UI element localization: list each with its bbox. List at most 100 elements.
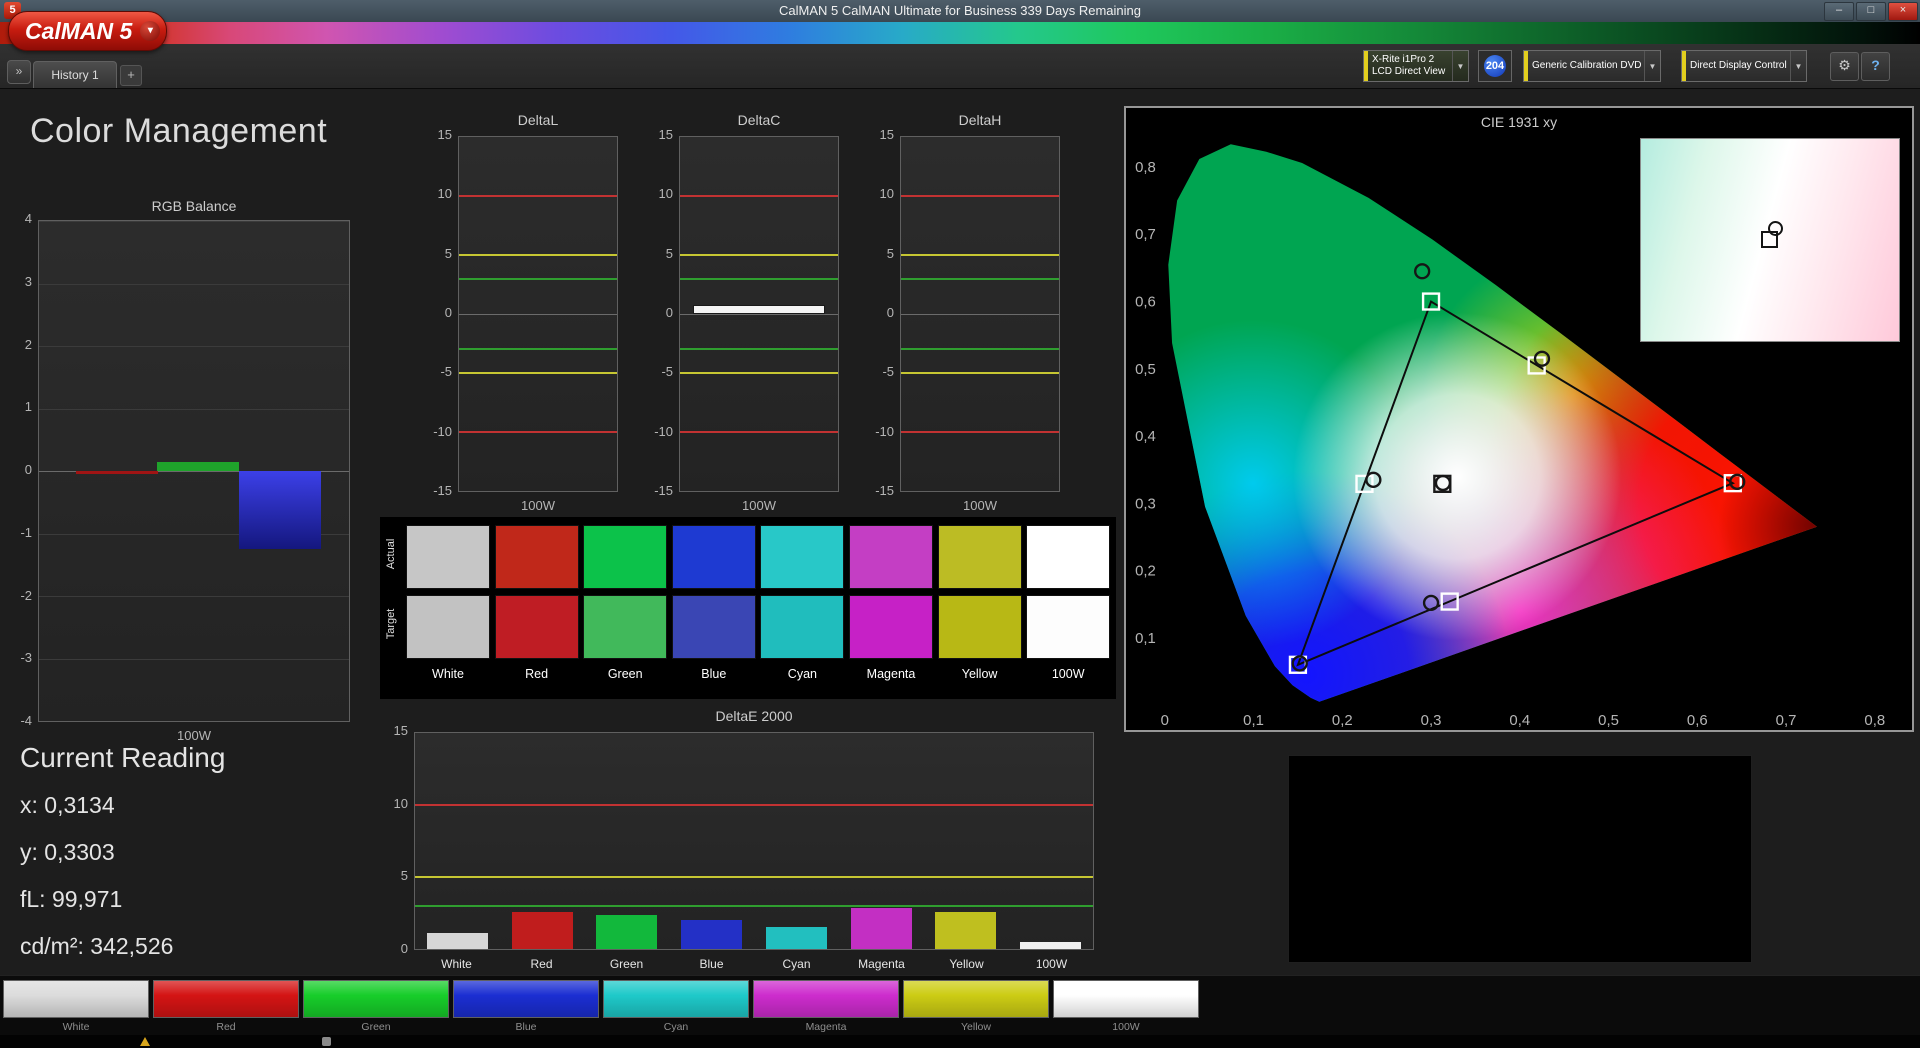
color-checker-panel: ActualTargetWhiteRedGreenBlueCyanMagenta… <box>380 517 1116 699</box>
reference-line <box>415 905 1093 907</box>
pattern-button-label: Blue <box>453 1021 599 1033</box>
calman-logo[interactable]: CalMAN 5 ▾ <box>8 11 167 51</box>
help-button[interactable]: ? <box>1861 52 1890 81</box>
gridline <box>39 346 349 347</box>
settings-button[interactable]: ⚙ <box>1830 52 1859 81</box>
minimize-button[interactable]: – <box>1824 2 1854 21</box>
swatch-actual-cyan <box>760 525 844 589</box>
reference-line <box>415 876 1093 878</box>
category-label: Cyan <box>754 957 839 971</box>
pattern-button-100w[interactable] <box>1053 980 1199 1018</box>
gridline <box>680 314 838 315</box>
help-icon: ? <box>1871 57 1880 73</box>
swatch-actual-white <box>406 525 490 589</box>
reference-line <box>901 195 1059 197</box>
swatch-actual-red <box>495 525 579 589</box>
pattern-button-cyan[interactable] <box>603 980 749 1018</box>
pattern-button-magenta[interactable] <box>753 980 899 1018</box>
pattern-button-label: 100W <box>1053 1021 1199 1033</box>
reading-x: x: 0,3134 <box>20 792 360 819</box>
reference-line <box>901 278 1059 280</box>
gridline <box>39 284 349 285</box>
axis-tick-label: -2 <box>0 588 32 603</box>
category-label: White <box>414 957 499 971</box>
tab-history-1[interactable]: History 1 <box>33 61 117 88</box>
meter-count-value: 204 <box>1484 55 1506 77</box>
pattern-button-green[interactable] <box>303 980 449 1018</box>
category-label: Magenta <box>839 957 924 971</box>
reference-line <box>680 195 838 197</box>
reference-line <box>901 431 1059 433</box>
axis-tick-label: 5 <box>633 246 673 261</box>
logo-menu-arrow-icon[interactable]: ▾ <box>140 21 160 41</box>
cie-x-tick-label: 0,2 <box>1332 713 1353 729</box>
axis-tick-label: 15 <box>412 127 452 142</box>
x-axis-label: 100W <box>38 728 350 743</box>
chevron-down-icon[interactable]: ▼ <box>1644 51 1660 81</box>
swatch-actual-blue <box>672 525 756 589</box>
page-title: Color Management <box>30 112 327 151</box>
add-tab-button[interactable]: + <box>120 65 142 86</box>
reading-fl: fL: 99,971 <box>20 886 360 913</box>
rgb-balance-plot <box>38 220 350 722</box>
swatch-actual-100w <box>1026 525 1110 589</box>
pattern-button-white[interactable] <box>3 980 149 1018</box>
delta-h-chart: DeltaH 100W 151050-5-10-15 <box>872 110 1068 514</box>
gridline <box>39 659 349 660</box>
gridline <box>415 949 1093 950</box>
reference-line <box>680 348 838 350</box>
pattern-button-blue[interactable] <box>453 980 599 1018</box>
swatch-target-magenta <box>849 595 933 659</box>
bar-cyan <box>766 927 827 949</box>
inset-measured-marker <box>1768 221 1783 236</box>
category-label: Yellow <box>924 957 1009 971</box>
cie-y-tick-label: 0,4 <box>1135 429 1156 445</box>
bar-blue <box>681 920 742 949</box>
close-button[interactable]: × <box>1888 2 1918 21</box>
axis-tick-label: 4 <box>0 211 32 226</box>
history-expand-button[interactable]: » <box>7 60 31 84</box>
axis-tick-label: 10 <box>412 186 452 201</box>
swatch-column-label: Yellow <box>938 667 1022 681</box>
pattern-button-yellow[interactable] <box>903 980 1049 1018</box>
maximize-button[interactable]: □ <box>1856 2 1886 21</box>
swatch-target-white <box>406 595 490 659</box>
reference-line <box>459 254 617 256</box>
axis-tick-label: -5 <box>854 364 894 379</box>
swatch-column-label: Magenta <box>849 667 933 681</box>
swatch-actual-green <box>583 525 667 589</box>
cie-x-tick-label: 0,1 <box>1243 713 1264 729</box>
display-control-dropdown[interactable]: Direct Display Control ▼ <box>1681 50 1807 82</box>
axis-tick-label: 0 <box>412 305 452 320</box>
titlebar: 5 CalMAN 5 CalMAN Ultimate for Business … <box>0 0 1920 23</box>
axis-tick-label: 5 <box>412 246 452 261</box>
pattern-button-label: Yellow <box>903 1021 1049 1033</box>
pattern-button-label: Cyan <box>603 1021 749 1033</box>
current-reading-title: Current Reading <box>20 742 360 774</box>
gridline <box>39 721 349 722</box>
chevron-down-icon[interactable]: ▼ <box>1452 51 1468 81</box>
chevron-down-icon[interactable]: ▼ <box>1790 51 1806 81</box>
gridline <box>459 314 617 315</box>
current-reading: Current Reading x: 0,3134 y: 0,3303 fL: … <box>20 742 360 980</box>
swatch-actual-yellow <box>938 525 1022 589</box>
gridline <box>901 314 1059 315</box>
source-dropdown[interactable]: Generic Calibration DVD ▼ <box>1523 50 1661 82</box>
display-control-name: Direct Display Control <box>1690 60 1786 72</box>
taskbar-peek <box>0 1035 1920 1048</box>
swatch-column-label: 100W <box>1026 667 1110 681</box>
row-label-target: Target <box>385 589 397 659</box>
reference-line <box>459 195 617 197</box>
pattern-button-red[interactable] <box>153 980 299 1018</box>
gridline <box>39 221 349 222</box>
bar-measured <box>693 305 826 314</box>
x-axis-label: 100W <box>458 498 618 513</box>
delta-l-chart: DeltaL 100W 151050-5-10-15 <box>430 110 626 514</box>
reference-line <box>901 254 1059 256</box>
cie-x-tick-label: 0 <box>1161 713 1169 729</box>
axis-tick-label: 15 <box>368 723 408 738</box>
meter-dropdown[interactable]: X-Rite i1Pro 2 LCD Direct View ▼ <box>1363 50 1469 82</box>
swatch-target-cyan <box>760 595 844 659</box>
axis-tick-label: -3 <box>0 650 32 665</box>
axis-tick-label: 5 <box>854 246 894 261</box>
